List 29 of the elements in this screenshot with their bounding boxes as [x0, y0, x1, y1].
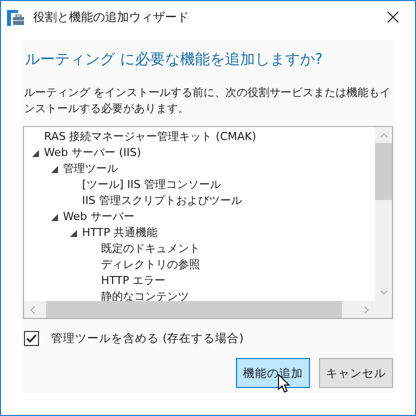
- vertical-scrollbar[interactable]: [375, 127, 392, 318]
- tree-item[interactable]: ディレクトリの参照: [101, 257, 200, 273]
- scroll-right-icon[interactable]: [364, 306, 369, 314]
- expand-triangle-icon[interactable]: [51, 214, 58, 220]
- tree-item[interactable]: IIS 管理スクリプトおよびツール: [82, 193, 242, 209]
- window-title: 役割と機能の追加ウィザード: [33, 9, 190, 26]
- checkbox[interactable]: [24, 330, 39, 346]
- tree-item[interactable]: [ツール] IIS 管理コンソール: [82, 177, 222, 193]
- checkbox-label[interactable]: 管理ツールを含める (存在する場合): [51, 330, 244, 346]
- horizontal-scrollbar[interactable]: [24, 301, 375, 318]
- tree-item[interactable]: RAS 接続マネージャー管理キット (CMAK): [44, 129, 256, 145]
- tree-item[interactable]: 管理ツール: [63, 161, 118, 177]
- toolbox-icon: [7, 10, 25, 26]
- expand-triangle-icon[interactable]: [32, 150, 39, 156]
- close-button[interactable]: ×: [371, 2, 415, 32]
- cancel-button[interactable]: キャンセル: [319, 358, 393, 388]
- add-features-button[interactable]: 機能の追加: [236, 358, 310, 388]
- tree-item[interactable]: Web サーバー: [63, 209, 134, 225]
- tree-item[interactable]: HTTP エラー: [101, 273, 166, 289]
- tree-item[interactable]: 既定のドキュメント: [101, 241, 200, 257]
- dialog-heading: ルーティング に必要な機能を追加しますか?: [25, 50, 324, 69]
- description-text: ルーティング をインストールする前に、次の役割サービスまたは機能もインストールする必要があります。: [24, 85, 392, 117]
- expand-triangle-icon[interactable]: [51, 166, 58, 172]
- scroll-down-icon[interactable]: [380, 290, 388, 295]
- scroll-up-icon[interactable]: [380, 133, 388, 138]
- expand-triangle-icon[interactable]: [70, 230, 77, 236]
- scroll-left-icon[interactable]: [30, 306, 35, 314]
- tree-item[interactable]: Web サーバー (IIS): [44, 145, 142, 161]
- tree-item[interactable]: HTTP 共通機能: [82, 225, 158, 241]
